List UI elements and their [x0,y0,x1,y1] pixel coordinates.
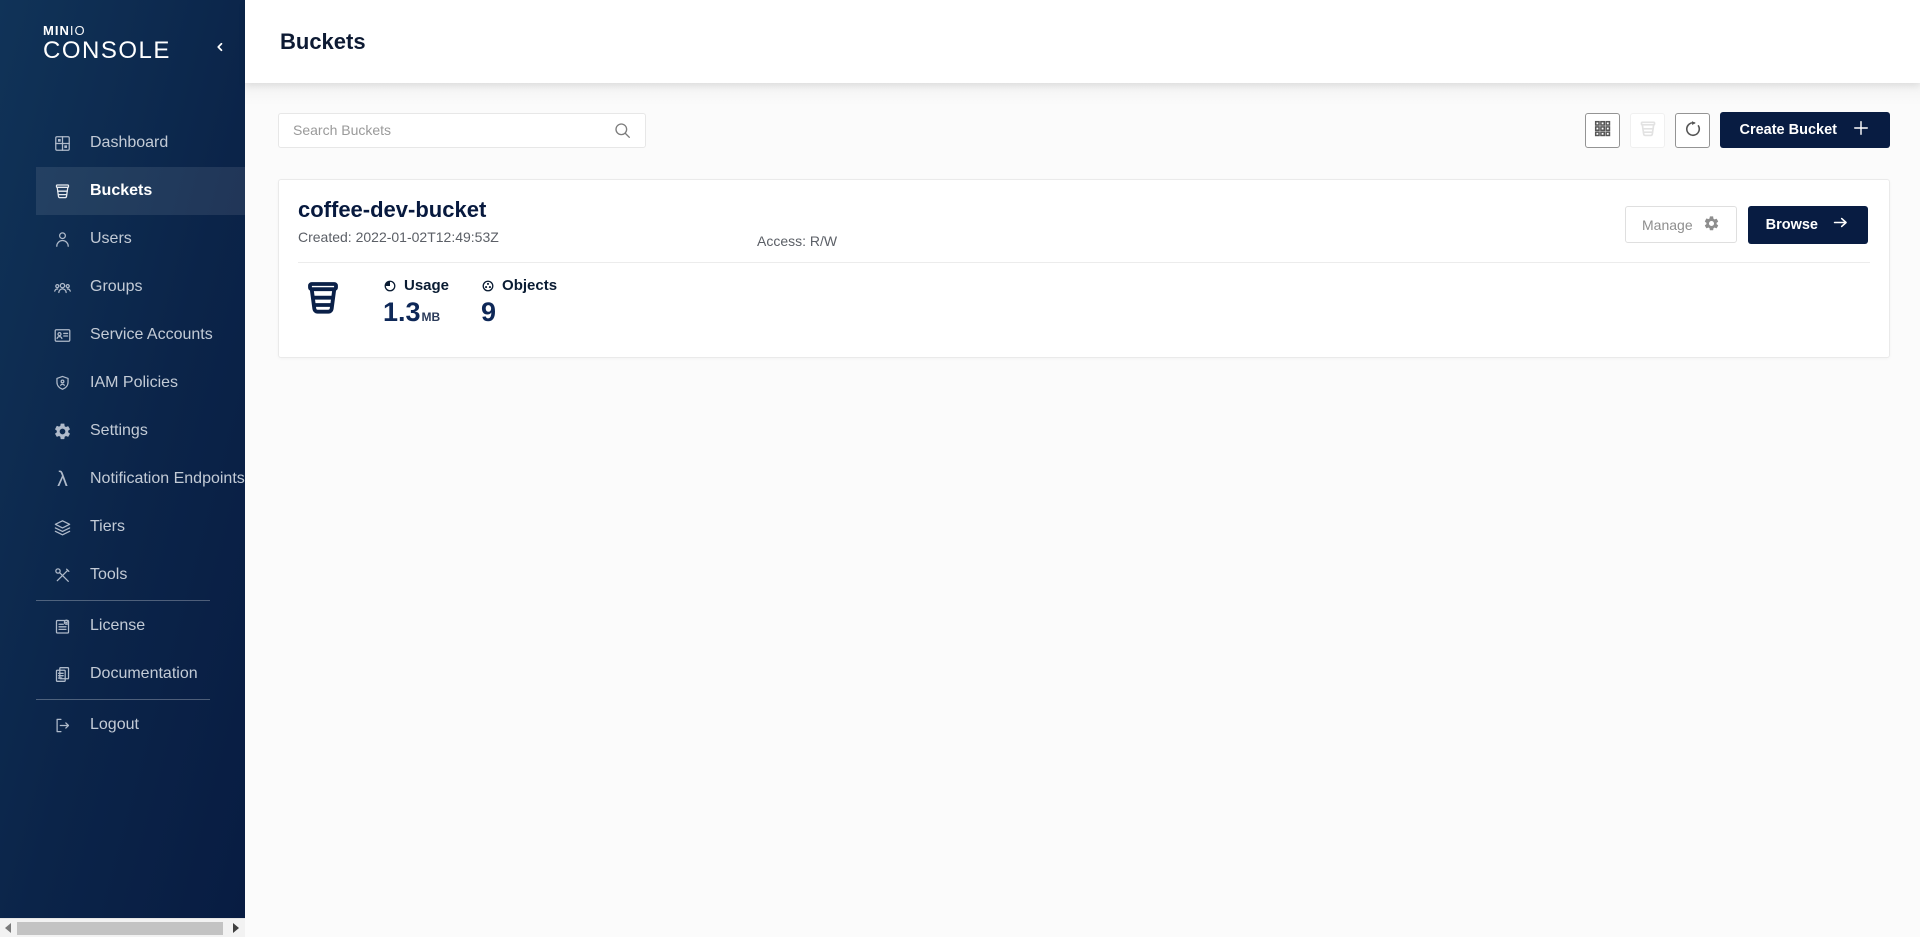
bucket-card: coffee-dev-bucket Created: 2022-01-02T12… [278,179,1890,358]
page-header: Buckets [245,0,1920,83]
id-card-icon [53,325,72,345]
manage-button[interactable]: Manage [1625,206,1737,243]
dashboard-icon [53,133,72,153]
bucket-name[interactable]: coffee-dev-bucket [298,197,499,223]
create-bucket-button[interactable]: Create Bucket [1720,112,1890,148]
minio-console-app: MINIO CONSOLE Dashboard Buckets Users Gr… [0,0,1920,937]
objects-value: 9 [481,297,496,327]
logout-icon [53,715,72,735]
toolbar-actions: Create Bucket [1585,112,1890,148]
grid-view-button[interactable] [1585,113,1620,148]
objects-metric: Objects 9 [481,277,557,327]
tools-icon [53,565,72,585]
user-icon [53,229,72,249]
groups-icon [53,277,72,297]
lambda-icon: λ [53,469,72,489]
usage-value-row: 1.3 MB [383,297,449,327]
sidebar-item-settings[interactable]: Settings [36,407,245,455]
content-area: Create Bucket coffee-dev-bucket Created:… [245,83,1920,937]
arrow-right-icon [1831,213,1850,236]
multiple-buckets-icon [1638,119,1658,142]
brand-logo: MINIO CONSOLE [0,0,245,64]
bucket-created: Created: 2022-01-02T12:49:53Z [298,229,499,245]
sidebar-item-buckets[interactable]: Buckets [36,167,245,215]
license-icon [53,616,72,636]
usage-label: Usage [404,277,449,294]
objects-icon [481,279,495,293]
sidebar-divider [36,600,210,601]
objects-label: Objects [502,277,557,294]
chevron-left-icon [213,40,227,57]
bucket-card-metrics: Usage 1.3 MB Objects [279,263,1889,357]
layers-icon [53,517,72,537]
book-icon [53,664,72,684]
select-multiple-buckets-button[interactable] [1630,113,1665,148]
sidebar-item-notification-endpoints[interactable]: λ Notification Endpoints [36,455,245,503]
plus-icon [1851,118,1871,142]
toolbar: Create Bucket [278,112,1890,148]
grid-view-icon [1593,119,1612,141]
sidebar-menu: Dashboard Buckets Users Groups Service A… [0,119,245,749]
usage-unit: MB [422,310,441,324]
search-input[interactable] [293,122,613,138]
scrollbar-thumb[interactable] [17,922,223,935]
manage-button-label: Manage [1642,217,1693,233]
sidebar-item-tools[interactable]: Tools [36,551,245,599]
gear-icon [1703,215,1720,235]
sidebar: MINIO CONSOLE Dashboard Buckets Users Gr… [0,0,245,937]
page-title: Buckets [280,29,366,55]
main-panel: Buckets [245,0,1920,937]
bucket-icon [53,181,72,201]
sidebar-item-groups[interactable]: Groups [36,263,245,311]
browse-button[interactable]: Browse [1748,206,1868,244]
scrollbar-left-arrow-icon[interactable] [5,923,11,933]
refresh-button[interactable] [1675,113,1710,148]
gear-icon [53,421,72,441]
usage-value: 1.3 [383,297,421,327]
bucket-title-block: coffee-dev-bucket Created: 2022-01-02T12… [298,197,499,245]
sidebar-item-documentation[interactable]: Documentation [36,650,245,698]
bucket-access: Access: R/W [757,233,837,249]
bucket-icon [303,277,343,319]
sidebar-item-dashboard[interactable]: Dashboard [36,119,245,167]
search-box[interactable] [278,113,646,148]
usage-metric: Usage 1.3 MB [383,277,449,327]
sidebar-item-logout[interactable]: Logout [36,701,245,749]
create-bucket-label: Create Bucket [1739,122,1837,138]
sidebar-collapse-button[interactable] [208,36,232,60]
sidebar-item-service-accounts[interactable]: Service Accounts [36,311,245,359]
objects-value-row: 9 [481,297,557,327]
search-icon [613,121,632,140]
sidebar-horizontal-scrollbar[interactable] [0,918,245,937]
refresh-icon [1683,119,1703,142]
shield-icon [53,373,72,393]
objects-label-row: Objects [481,277,557,294]
usage-pie-icon [383,279,397,293]
sidebar-divider [36,699,210,700]
usage-label-row: Usage [383,277,449,294]
sidebar-item-users[interactable]: Users [36,215,245,263]
bucket-card-header: coffee-dev-bucket Created: 2022-01-02T12… [279,180,1889,245]
sidebar-item-iam-policies[interactable]: IAM Policies [36,359,245,407]
bucket-card-buttons: Manage Browse [1625,204,1868,245]
browse-button-label: Browse [1766,217,1818,233]
sidebar-item-license[interactable]: License [36,602,245,650]
sidebar-item-tiers[interactable]: Tiers [36,503,245,551]
scrollbar-right-arrow-icon[interactable] [233,923,239,933]
